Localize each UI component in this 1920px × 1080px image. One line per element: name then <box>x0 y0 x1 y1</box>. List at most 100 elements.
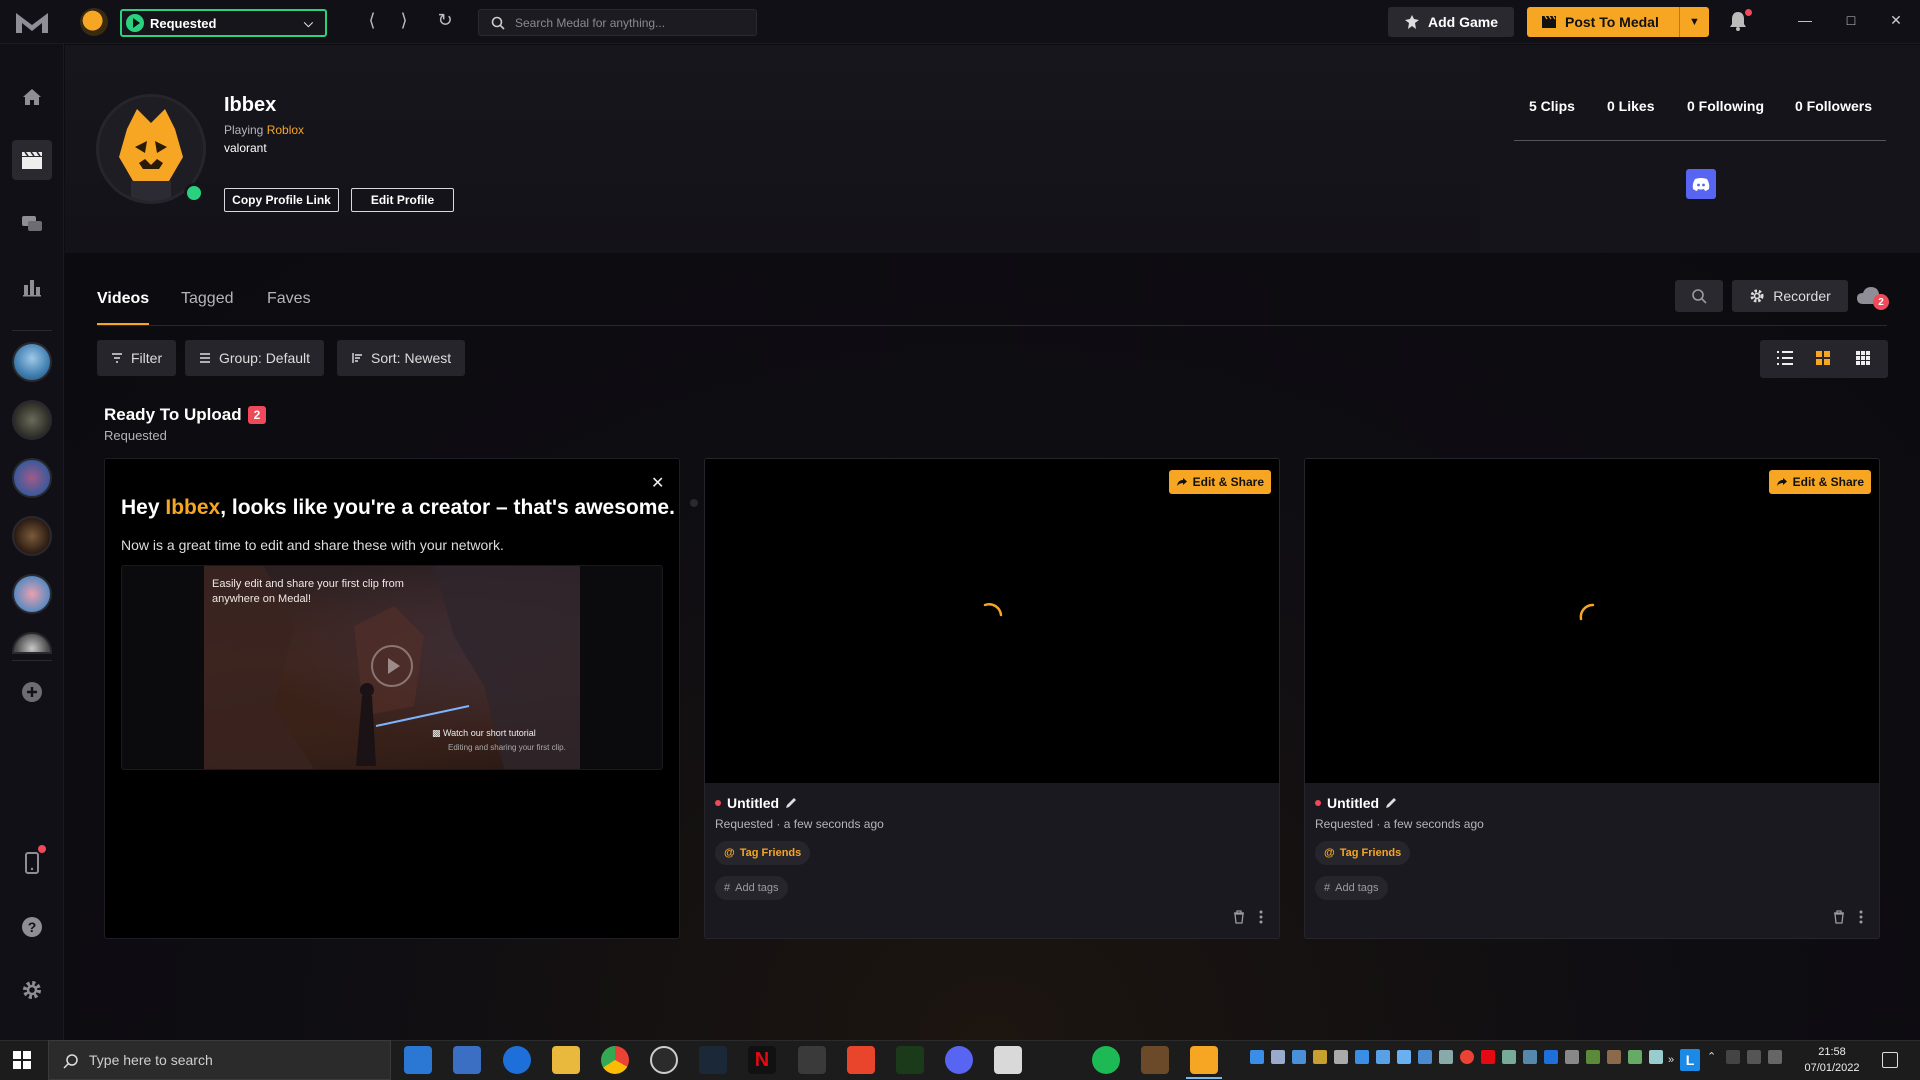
stat-clips[interactable]: 5 Clips <box>1529 98 1575 114</box>
group-button[interactable]: Group: Default <box>185 340 325 376</box>
clip-title-row[interactable]: Untitled <box>1315 795 1397 811</box>
tag-friends-button[interactable]: @ Tag Friends <box>1315 841 1411 865</box>
more-icon[interactable] <box>1859 910 1863 924</box>
teamviewer-icon[interactable] <box>503 1046 531 1074</box>
cursor-app-icon[interactable] <box>798 1046 826 1074</box>
store-icon[interactable] <box>453 1046 481 1074</box>
steam-icon[interactable] <box>699 1046 727 1074</box>
stats-icon[interactable] <box>12 266 52 306</box>
tray-chevron-up-icon[interactable]: ⌃ <box>1707 1050 1721 1064</box>
maximize-icon[interactable]: □ <box>1841 12 1861 28</box>
tray-icon-6[interactable] <box>1355 1050 1369 1064</box>
tray-netflix-icon[interactable] <box>1481 1050 1495 1064</box>
tab-videos[interactable]: Videos <box>97 290 149 308</box>
post-to-medal-button[interactable]: Post To Medal ▼ <box>1527 7 1709 37</box>
clip-card[interactable]: Edit & Share Untitled Requested · a few … <box>1304 458 1880 939</box>
clip-search-button[interactable] <box>1675 280 1723 312</box>
tray-icon-9[interactable] <box>1418 1050 1432 1064</box>
pencil-icon[interactable] <box>1385 797 1397 809</box>
game-icon-call-of-duty[interactable] <box>12 400 52 440</box>
minimize-icon[interactable]: — <box>1795 12 1815 28</box>
tray-icon-8[interactable] <box>1397 1050 1411 1064</box>
notepad-icon[interactable] <box>994 1046 1022 1074</box>
recorder-button[interactable]: Recorder <box>1732 280 1848 312</box>
add-game-button[interactable]: Add Game <box>1388 7 1514 37</box>
taskbar-search-input[interactable]: Type here to search <box>48 1040 391 1080</box>
trash-icon[interactable] <box>1833 910 1845 924</box>
stat-followers[interactable]: 0 Followers <box>1795 98 1872 114</box>
taskbar-clock[interactable]: 21:58 07/01/2022 <box>1792 1044 1872 1076</box>
game-icon-black-ops[interactable] <box>12 516 52 556</box>
clip-title-row[interactable]: Untitled <box>715 795 797 811</box>
stat-following[interactable]: 0 Following <box>1687 98 1764 114</box>
edit-profile-button[interactable]: Edit Profile <box>351 188 454 212</box>
compact-grid-icon[interactable] <box>1855 350 1871 371</box>
tray-icon-13[interactable] <box>1502 1050 1516 1064</box>
clip-thumbnail[interactable]: Edit & Share <box>1305 459 1879 783</box>
play-icon[interactable] <box>371 645 413 687</box>
forward-icon[interactable]: ⟩ <box>394 10 414 31</box>
more-icon[interactable] <box>1259 910 1263 924</box>
status-dropdown[interactable]: Requested ⌵ <box>120 9 327 37</box>
tray-icon-17[interactable] <box>1586 1050 1600 1064</box>
discord-taskbar-icon[interactable] <box>945 1046 973 1074</box>
close-window-icon[interactable]: ✕ <box>1886 12 1906 29</box>
grid-view-icon[interactable] <box>1815 350 1831 371</box>
refresh-icon[interactable]: ↻ <box>435 10 455 31</box>
clip-card[interactable]: Edit & Share Untitled Requested · a few … <box>704 458 1280 939</box>
trash-icon[interactable] <box>1233 910 1245 924</box>
tray-icon-20[interactable] <box>1649 1050 1663 1064</box>
sort-button[interactable]: Sort: Newest <box>337 340 466 376</box>
chat-icon[interactable] <box>12 203 52 243</box>
user-avatar-small[interactable] <box>80 8 108 36</box>
tray-icon-4[interactable] <box>1313 1050 1327 1064</box>
discord-link-button[interactable] <box>1686 169 1716 199</box>
chrome-icon[interactable] <box>601 1046 629 1074</box>
add-tags-button[interactable]: # Add tags <box>1315 876 1388 900</box>
tray-icon-16[interactable] <box>1565 1050 1579 1064</box>
tutorial-watch-label[interactable]: ▩ Watch our short tutorial <box>432 728 536 739</box>
pencil-icon[interactable] <box>785 797 797 809</box>
game-icon-5[interactable] <box>12 574 52 614</box>
tab-tagged[interactable]: Tagged <box>181 290 234 308</box>
game-icon-gta[interactable] <box>12 458 52 498</box>
razer-icon[interactable] <box>896 1046 924 1074</box>
tray-icon-7[interactable] <box>1376 1050 1390 1064</box>
edit-share-button[interactable]: Edit & Share <box>1768 470 1871 494</box>
windows-start-icon[interactable] <box>12 1050 32 1070</box>
list-view-icon[interactable] <box>1776 350 1794 371</box>
notification-center-icon[interactable] <box>1882 1052 1898 1068</box>
tray-icon-18[interactable] <box>1607 1050 1621 1064</box>
clip-thumbnail[interactable]: Edit & Share <box>705 459 1279 783</box>
tray-icon-19[interactable] <box>1628 1050 1642 1064</box>
tag-friends-button[interactable]: @ Tag Friends <box>715 841 811 865</box>
tray-app-l-icon[interactable]: L <box>1680 1049 1700 1071</box>
tray-chrome-icon[interactable] <box>1460 1050 1474 1064</box>
help-icon[interactable]: ? <box>12 907 52 947</box>
network-icon[interactable] <box>1747 1050 1761 1064</box>
tray-icon-2[interactable] <box>1271 1050 1285 1064</box>
medal-logo-icon[interactable] <box>14 9 50 35</box>
game-icon-1[interactable] <box>12 342 52 382</box>
tray-icon-15[interactable] <box>1544 1050 1558 1064</box>
tray-icon-10[interactable] <box>1439 1050 1453 1064</box>
office-icon[interactable] <box>847 1046 875 1074</box>
home-icon[interactable] <box>12 77 52 117</box>
add-icon[interactable] <box>12 672 52 712</box>
tray-icon-22[interactable] <box>1726 1050 1740 1064</box>
close-icon[interactable]: ✕ <box>651 473 664 493</box>
filter-button[interactable]: Filter <box>97 340 177 376</box>
post-options-caret-icon[interactable]: ▼ <box>1679 7 1709 37</box>
obs-icon[interactable] <box>650 1046 678 1074</box>
edit-share-button[interactable]: Edit & Share <box>1168 470 1271 494</box>
tray-overflow-icon[interactable]: » <box>1668 1054 1678 1066</box>
back-icon[interactable]: ⟨ <box>362 10 382 31</box>
keyboard-icon[interactable] <box>1768 1050 1782 1064</box>
tray-icon-3[interactable] <box>1292 1050 1306 1064</box>
tab-faves[interactable]: Faves <box>267 290 311 308</box>
tray-icon-14[interactable] <box>1523 1050 1537 1064</box>
settings-icon[interactable] <box>12 970 52 1010</box>
minecraft-icon[interactable] <box>1141 1046 1169 1074</box>
carousel-dot[interactable] <box>690 499 698 507</box>
copy-profile-link-button[interactable]: Copy Profile Link <box>224 188 339 212</box>
